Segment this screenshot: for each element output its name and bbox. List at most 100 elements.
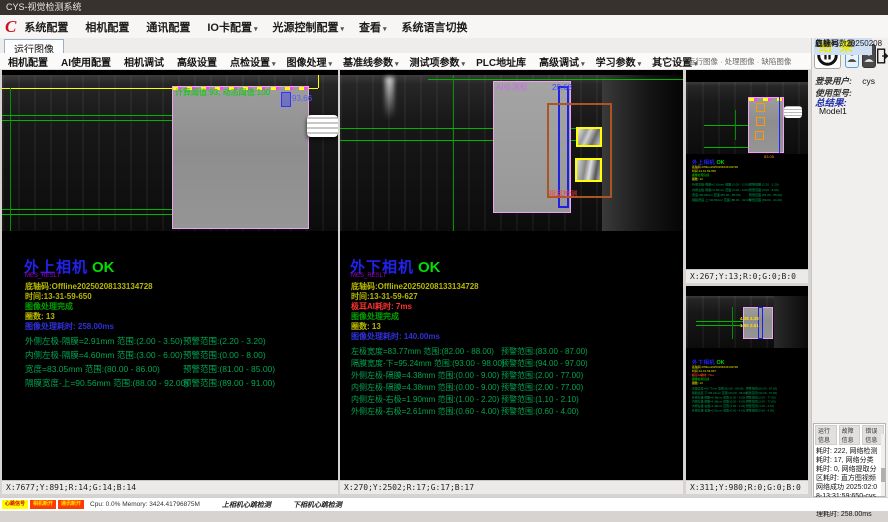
measurement-rows: 外侧左极-隔膜=2.91mm 范围:(2.00 - 3.50) 预警范围:(2.… (25, 335, 275, 391)
log-tab[interactable]: 故障信息 (839, 425, 861, 445)
measurement-row: 内侧左极-隔膜=4.38mm 范围:(0.00 - 9.00) 预警范围:(2.… (351, 382, 588, 394)
roi-brown-box (547, 103, 612, 198)
measurement-row: 隔膜宽度-上=90.56mm 范围:(88.00 - 92.00) 预警范围:(… (25, 377, 275, 391)
measurement-value: 外侧左极-隔膜=2.91mm 范围:(2.00 - 3.50) (25, 335, 183, 349)
thumbnail-lower-camera[interactable]: 4.38 4.38 1.90 2.61 外下相机OK 底轴码:Offline20… (686, 286, 808, 494)
measurement-row: 隔膜宽度-下=95.24mm 范围:(93.00 - 98.00) 预警范围:(… (351, 358, 588, 370)
cursor-coordinates: X:267;Y:13;R:0;G:0;B:0 (686, 269, 808, 283)
measurement-value: 宽度=83.05mm 范围:(80.00 - 86.00) (25, 363, 183, 377)
lower-camera-heartbeat: 下相机心跳检测 (293, 500, 342, 510)
chevron-down-icon: ▾ (340, 26, 344, 33)
warning-range: 预警范围:(81.00 - 85.00) (183, 363, 275, 377)
result-ok-badge: OK (92, 259, 115, 276)
mes-label: MES_RESLT (25, 273, 60, 279)
roi-value-label: 83.05 (764, 154, 774, 159)
chevron-down-icon: ▾ (581, 61, 585, 68)
toolbar-button[interactable]: 学习参数▾ (596, 54, 642, 69)
tab-strip: 运行图像 (0, 38, 811, 54)
warning-range: 预警范围:(2.00 - 77.00) (501, 370, 583, 382)
tab-roi-box-2 (575, 158, 602, 182)
blue-value-label: 93,66 (292, 94, 312, 103)
measurement-row: 内侧左极-右极=1.90mm 范围:(1.00 - 2.20) 预警范围:(1.… (351, 394, 588, 406)
roi-orange-box (756, 103, 765, 112)
control-sidebar: 登录用户: cys 使用型号: Model1 总结果: 结 果 结 果 底轴码:… (811, 38, 888, 507)
log-scrollbar[interactable] (881, 434, 885, 496)
status-badge: 心跳信号 (2, 500, 28, 509)
toolbar-button[interactable]: 图像处理▾ (287, 54, 333, 69)
menu-item[interactable]: 相机配置 (85, 19, 131, 35)
roi-orange-box (756, 117, 765, 126)
toolbar-button[interactable]: 点检设置▾ (230, 54, 276, 69)
upper-camera-heartbeat: 上相机心跳检测 (222, 500, 271, 510)
status-bar: 心跳信号 相机断开 通讯断开 Cpu: 0.0% Memory: 3424.41… (0, 497, 888, 511)
menu-item[interactable]: 系统配置 (24, 19, 70, 35)
menu-item[interactable]: 查看▾ (359, 19, 387, 35)
toolbar-button[interactable]: 相机配置 (8, 54, 50, 69)
total-result-label: 总结果: (815, 95, 847, 109)
warning-range: 预警范围:(0.00 - 8.00) (183, 349, 266, 363)
toolbar-button[interactable]: 相机调试 (124, 54, 166, 69)
warn-overlay-line: 4.38 4.38 (740, 316, 759, 321)
warning-range: 预警范围:(94.00 - 97.00) (501, 358, 588, 370)
measurement-value: 外侧左极-隔膜=4.38mm 范围:(0.00 - 9.00) (351, 370, 501, 382)
status-badge: 通讯断开 (58, 500, 84, 509)
warning-range: 预警范围:(0.60 - 4.00) (501, 406, 579, 418)
measurement-value: 左极宽度=83.77mm 范围:(82.00 - 88.00) (351, 346, 501, 358)
width-value-label: 20.68 (552, 83, 572, 92)
warning-range: 预警范围:(89.00 - 91.00) (183, 377, 275, 391)
cursor-coordinates: X:7677;Y:891;R:14;G:14;B:14 (2, 480, 338, 494)
chevron-down-icon: ▾ (638, 61, 642, 68)
measurement-row: 外侧左极-隔膜=4.38mm 范围:(0.00 - 9.00) 预警范围:(2.… (351, 370, 588, 382)
field-label: 负极写数量: (815, 39, 857, 48)
toolbar-button[interactable]: 高级调试▾ (539, 54, 585, 69)
threshold-label: 计算阈值:93, 动态阈值:100 (175, 87, 270, 98)
toolbar-button[interactable]: 高级设置 (177, 54, 219, 69)
overlay-tick-marks (749, 98, 783, 101)
tab-detect-label: 极耳检测 (549, 189, 577, 199)
mes-label: MES_RESLT (351, 273, 386, 279)
roi-orange-box (755, 131, 764, 140)
scrollbar-thumb[interactable] (881, 468, 885, 482)
chevron-down-icon: ▾ (254, 26, 258, 33)
toolbar-button[interactable]: 基准线参数▾ (343, 54, 399, 69)
camera-panel-lower: AI检测框 20.68 极耳检测 外下相机OK MES_RESLT 底轴码:Of… (340, 70, 683, 494)
log-tab[interactable]: 运行信息 (815, 425, 837, 445)
measurement-value: 隔膜宽度-下=95.24mm 范围:(93.00 - 98.00) (351, 358, 501, 370)
toolbar-button[interactable]: 测试项参数▾ (410, 54, 466, 69)
app-logo-icon: C (5, 17, 16, 37)
chevron-down-icon: ▾ (329, 61, 333, 68)
exit-door-icon (876, 48, 888, 64)
overlay-yellow-vline (318, 75, 319, 88)
menu-item[interactable]: IO卡配置▾ (207, 19, 257, 35)
window-titlebar: CYS-视觉检测系统 (0, 0, 888, 15)
menu-item[interactable]: 通讯配置 (146, 19, 192, 35)
measurement-row: 外侧左极-隔膜=2.91mm 范围:(2.00 - 3.50) 预警范围:(2.… (25, 335, 275, 349)
toolbar-button[interactable]: PLC地址库 (476, 54, 528, 69)
chevron-down-icon: ▾ (462, 61, 466, 68)
menu-bar: C 系统配置 相机配置 通讯配置 IO卡配置▾ 光源控制配置▾ 查看▾ 系统语言… (0, 15, 888, 39)
menu-item[interactable]: 系统语言切换 (402, 19, 470, 35)
elapsed-line: 图像处理耗时: 258.00ms (25, 321, 114, 332)
measurement-rows: 左极宽度=83.77mm 范围:(82.00 - 88.00) 预警范围:(83… (351, 346, 588, 418)
measurement-value: 内侧左极-隔膜=4.38mm 范围:(0.00 - 9.00) (351, 382, 501, 394)
measurement-value: 内侧左极-隔膜=4.60mm 范围:(3.00 - 6.00) (25, 349, 183, 363)
camera-panel-upper: 计算阈值:93, 动态阈值:100 93,66 外上相机OK MES_RESLT… (2, 70, 338, 494)
warn-overlay-line: 1.90 2.61 (740, 323, 759, 328)
roi-separator-block (172, 86, 309, 229)
menu-item[interactable]: 光源控制配置▾ (272, 19, 344, 35)
cursor-coordinates: X:311;Y:980;R:0;G:0;B:0 (686, 480, 808, 494)
ai-box-label: AI检测框 (496, 82, 528, 93)
roi-blue-box (281, 92, 291, 107)
clip-object (307, 115, 338, 137)
overlay-green-line (704, 147, 748, 148)
measurement-row: 宽度=83.05mm 范围:(80.00 - 86.00) 预警范围:(81.0… (25, 363, 275, 377)
thumbnail-upper-camera[interactable]: 83.05 外上相机OK 底轴码:Offline2025020813313472… (686, 70, 808, 283)
overlay-blue-vline (779, 97, 780, 153)
toolbar-button[interactable]: AI使用配置 (61, 54, 113, 69)
log-box: 运行信息 故障信息 错误信息 耗时: 222, 网络检测耗时: 17, 网络分类… (813, 423, 886, 497)
overlay-green-line (704, 125, 748, 126)
result-ok-badge: OK (418, 259, 441, 276)
menu-items: 系统配置 相机配置 通讯配置 IO卡配置▾ 光源控制配置▾ 查看▾ 系统语言切换 (24, 19, 484, 35)
measurement-row: 外侧左极-右极=2.61mm 范围:(0.60 - 4.00) 预警范围:(0.… (351, 406, 588, 418)
chevron-down-icon: ▾ (395, 61, 399, 68)
